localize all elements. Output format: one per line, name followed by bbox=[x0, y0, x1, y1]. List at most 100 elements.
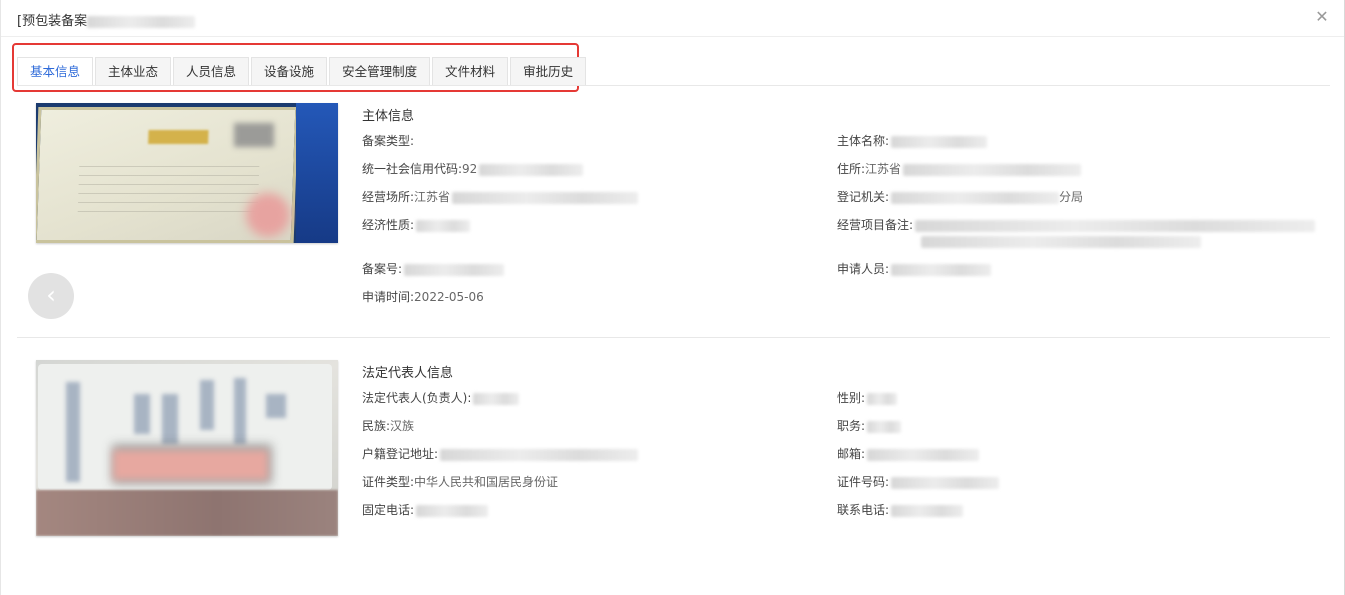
redacted-position bbox=[867, 420, 902, 433]
address-field: 住所:江苏省 bbox=[837, 160, 1082, 178]
chevron-left-icon[interactable]: ‹ bbox=[28, 273, 74, 319]
redacted-entity-name bbox=[891, 135, 988, 148]
tab-documents[interactable]: 文件材料 bbox=[432, 57, 509, 85]
position-field: 职务: bbox=[837, 417, 902, 435]
id-card-text-col-4 bbox=[200, 380, 214, 430]
entity-name-label: 主体名称: bbox=[837, 134, 890, 148]
position-label: 职务: bbox=[837, 419, 866, 433]
dialog-title: [预包装备案 bbox=[17, 10, 196, 29]
id-card-text-col-6 bbox=[266, 394, 286, 418]
business-place-value: 江苏省 bbox=[414, 190, 451, 204]
tab-approval-history[interactable]: 审批历史 bbox=[510, 57, 587, 85]
redacted-econ-nature bbox=[416, 219, 471, 232]
gender-label: 性别: bbox=[837, 391, 866, 405]
redacted-project-note-line2 bbox=[921, 235, 1201, 248]
ethnicity-label: 民族: bbox=[362, 419, 391, 433]
license-text-lines bbox=[77, 162, 260, 212]
license-title-mark bbox=[148, 130, 209, 144]
dialog-title-bar: [预包装备案 ✕ bbox=[1, 0, 1344, 37]
ethnicity-field: 民族:汉族 bbox=[362, 417, 414, 435]
business-place-field: 经营场所:江苏省 bbox=[362, 188, 639, 206]
redacted-legal-rep-name bbox=[473, 392, 520, 405]
license-stamp bbox=[246, 193, 290, 237]
redacted-business-place bbox=[452, 191, 639, 204]
record-type-field: 备案类型: bbox=[362, 132, 414, 150]
id-no-label: 证件号码: bbox=[837, 475, 890, 489]
section-divider bbox=[17, 337, 1330, 338]
phone-label: 联系电话: bbox=[837, 503, 890, 517]
id-type-value: 中华人民共和国居民身份证 bbox=[414, 475, 559, 489]
redacted-address bbox=[903, 163, 1082, 176]
redacted-email bbox=[867, 448, 980, 461]
apply-time-field: 申请时间:2022-05-06 bbox=[362, 288, 484, 306]
legal-rep-name-label: 法定代表人(负责人): bbox=[362, 391, 472, 405]
address-label: 住所: bbox=[837, 162, 866, 176]
license-background bbox=[296, 103, 338, 243]
id-card bbox=[38, 364, 332, 490]
record-detail-dialog: [预包装备案 ✕ 基本信息 主体业态 人员信息 设备设施 安全管理制度 文件材料… bbox=[0, 0, 1345, 595]
redacted-applicant bbox=[891, 263, 992, 276]
id-card-background bbox=[36, 490, 338, 536]
entity-name-field: 主体名称: bbox=[837, 132, 988, 150]
entity-info-title: 主体信息 bbox=[362, 109, 415, 124]
redacted-household-addr bbox=[440, 448, 639, 461]
redacted-reg-authority bbox=[891, 191, 1060, 204]
ethnicity-value: 汉族 bbox=[390, 419, 415, 433]
econ-nature-label: 经济性质: bbox=[362, 218, 415, 232]
legal-rep-title: 法定代表人信息 bbox=[362, 366, 454, 381]
tab-bar: 基本信息 主体业态 人员信息 设备设施 安全管理制度 文件材料 审批历史 bbox=[17, 57, 588, 85]
redacted-title-text bbox=[87, 15, 196, 28]
redacted-record-no bbox=[404, 263, 505, 276]
id-card-text-col-5 bbox=[234, 378, 246, 444]
id-card-text-col-3 bbox=[162, 394, 178, 444]
id-card-redaction bbox=[113, 450, 268, 480]
id-type-field: 证件类型:中华人民共和国居民身份证 bbox=[362, 473, 558, 491]
tab-business-format[interactable]: 主体业态 bbox=[95, 57, 172, 85]
id-no-field: 证件号码: bbox=[837, 473, 1000, 491]
dialog-title-text: [预包装备案 bbox=[17, 14, 88, 29]
license-redaction bbox=[234, 123, 274, 147]
address-value: 江苏省 bbox=[865, 162, 902, 176]
legal-rep-name-field: 法定代表人(负责人): bbox=[362, 389, 520, 407]
id-card-photo[interactable] bbox=[36, 360, 338, 536]
record-no-field: 备案号: bbox=[362, 260, 505, 278]
apply-time-value: 2022-05-06 bbox=[414, 290, 484, 304]
reg-authority-field: 登记机关: 分局 bbox=[837, 188, 1083, 206]
tab-equipment-facilities[interactable]: 设备设施 bbox=[251, 57, 328, 85]
credit-code-value: 92 bbox=[462, 162, 478, 176]
credit-code-label: 统一社会信用代码: bbox=[362, 162, 463, 176]
redacted-gender bbox=[867, 392, 898, 405]
redacted-landline bbox=[416, 504, 489, 517]
tab-basic-info[interactable]: 基本信息 bbox=[17, 57, 94, 85]
business-place-label: 经营场所: bbox=[362, 190, 415, 204]
household-addr-field: 户籍登记地址: bbox=[362, 445, 639, 463]
redacted-phone bbox=[891, 504, 964, 517]
tabs-divider bbox=[17, 85, 1330, 86]
credit-code-field: 统一社会信用代码:92 bbox=[362, 160, 584, 178]
id-card-text-col-2 bbox=[134, 394, 150, 434]
email-field: 邮箱: bbox=[837, 445, 980, 463]
id-card-text-col-1 bbox=[66, 382, 80, 482]
business-license-photo[interactable] bbox=[36, 103, 338, 243]
tab-personnel-info[interactable]: 人员信息 bbox=[173, 57, 250, 85]
applicant-label: 申请人员: bbox=[837, 262, 890, 276]
close-icon[interactable]: ✕ bbox=[1314, 9, 1330, 25]
id-type-label: 证件类型: bbox=[362, 475, 415, 489]
tab-safety-management[interactable]: 安全管理制度 bbox=[329, 57, 431, 85]
applicant-field: 申请人员: bbox=[837, 260, 992, 278]
reg-authority-label: 登记机关: bbox=[837, 190, 890, 204]
email-label: 邮箱: bbox=[837, 447, 866, 461]
record-type-label: 备案类型: bbox=[362, 134, 415, 148]
redacted-project-note bbox=[915, 219, 1316, 232]
reg-authority-value: 分局 bbox=[1059, 190, 1084, 204]
gender-field: 性别: bbox=[837, 389, 898, 407]
landline-label: 固定电话: bbox=[362, 503, 415, 517]
project-note-line2 bbox=[919, 232, 1201, 250]
redacted-credit-code bbox=[479, 163, 584, 176]
project-note-label: 经营项目备注: bbox=[837, 218, 914, 232]
landline-field: 固定电话: bbox=[362, 501, 489, 519]
redacted-id-no bbox=[891, 476, 1000, 489]
econ-nature-field: 经济性质: bbox=[362, 216, 471, 234]
record-no-label: 备案号: bbox=[362, 262, 403, 276]
phone-field: 联系电话: bbox=[837, 501, 964, 519]
